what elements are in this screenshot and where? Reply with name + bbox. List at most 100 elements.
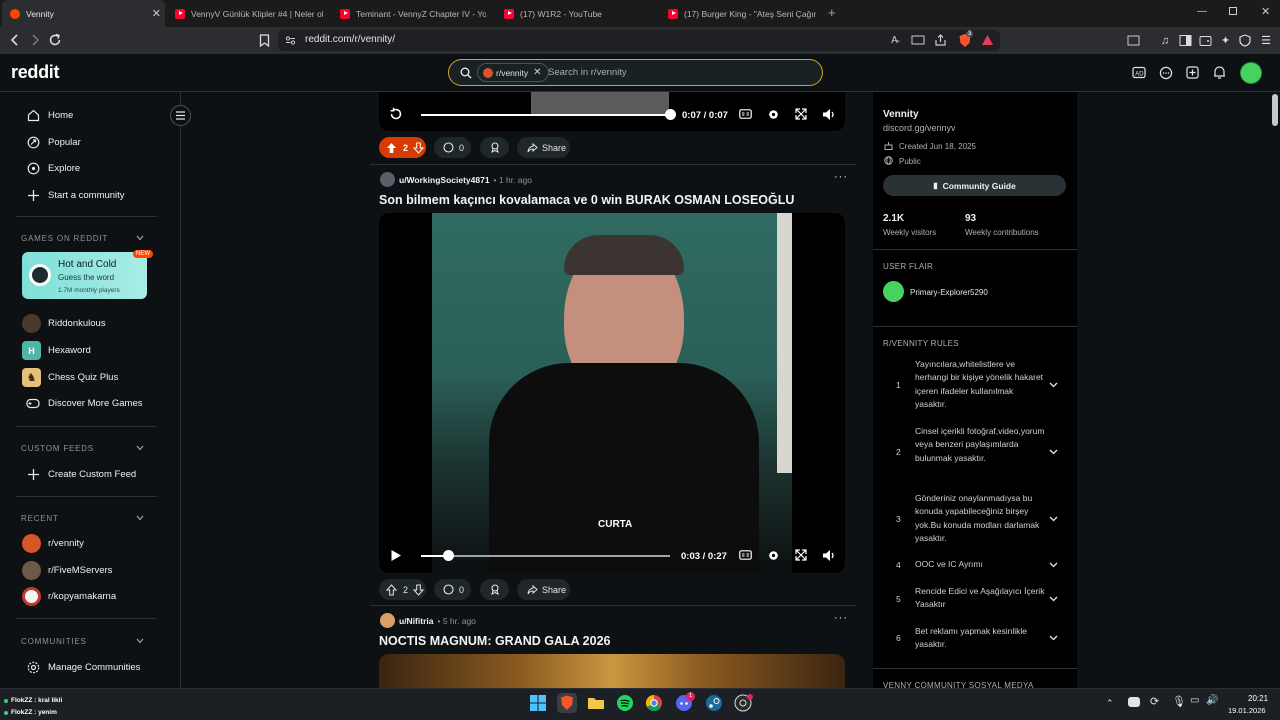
- notifications-icon[interactable]: [1213, 65, 1226, 80]
- tray-overflow-icon[interactable]: ⌃: [1106, 698, 1114, 709]
- discover-more-games[interactable]: Discover More Games: [26, 396, 143, 410]
- more-options-icon[interactable]: ···: [834, 612, 848, 624]
- fullscreen-icon[interactable]: [795, 108, 807, 120]
- create-post-icon[interactable]: [1186, 66, 1199, 79]
- scrollbar-thumb[interactable]: [1272, 94, 1278, 126]
- leo-ai-icon[interactable]: ✦: [1219, 33, 1232, 47]
- media-icon[interactable]: ♫: [1159, 34, 1171, 47]
- cast-icon[interactable]: [911, 35, 925, 46]
- browser-tab-youtube-1[interactable]: VennyV Günlük Klipler #4 | Neler ola: [173, 0, 323, 27]
- recent-item-vennity[interactable]: r/vennity: [22, 534, 84, 553]
- game-riddonkulous[interactable]: Riddonkulous: [22, 314, 106, 333]
- chevron-down-icon[interactable]: [1049, 560, 1058, 569]
- page-scrollbar[interactable]: [1270, 92, 1280, 688]
- reddit-logo[interactable]: reddit: [11, 62, 60, 83]
- chevron-down-icon[interactable]: [1049, 594, 1058, 603]
- tab-close-icon[interactable]: ✕: [152, 7, 161, 20]
- tray-sync-icon[interactable]: ⟳: [1150, 695, 1159, 708]
- flair-username[interactable]: Primary-Explorer5290: [910, 288, 988, 297]
- settings-gear-icon[interactable]: [767, 108, 780, 121]
- recent-item-fivemservers[interactable]: r/FiveMServers: [22, 561, 112, 580]
- recent-item-kopyamakarna[interactable]: r/kopyamakarna: [22, 587, 116, 606]
- browser-tab-vennity[interactable]: Vennity ✕: [2, 0, 165, 27]
- chevron-down-icon[interactable]: [136, 514, 144, 522]
- community-link[interactable]: discord.gg/vennyv: [883, 123, 956, 133]
- screenshot-icon[interactable]: [1127, 34, 1140, 47]
- brave-rewards-icon[interactable]: [981, 34, 994, 46]
- comments-button[interactable]: 0: [434, 579, 471, 600]
- downvote-icon[interactable]: [412, 142, 424, 154]
- sidebar-toggle-icon[interactable]: [1179, 34, 1192, 47]
- steam-icon[interactable]: [704, 693, 724, 713]
- comments-button[interactable]: 0: [434, 137, 471, 158]
- nav-start-community[interactable]: Start a community: [26, 188, 125, 202]
- post-title[interactable]: Son bilmem kaçıncı kovalamaca ve 0 win B…: [379, 193, 794, 207]
- tray-discord-icon[interactable]: [1128, 697, 1140, 707]
- award-button[interactable]: [480, 579, 509, 600]
- post-video-seek-knob[interactable]: [442, 550, 454, 561]
- spotify-icon[interactable]: [615, 693, 635, 713]
- chevron-down-icon[interactable]: [136, 444, 144, 452]
- chat-icon[interactable]: [1159, 66, 1173, 80]
- settings-gear-icon[interactable]: [767, 549, 780, 562]
- post-image[interactable]: [379, 654, 845, 688]
- site-info-icon[interactable]: [285, 35, 296, 46]
- forward-icon[interactable]: [29, 34, 41, 46]
- game-chess-quiz-plus[interactable]: ♞ Chess Quiz Plus: [22, 368, 118, 387]
- create-custom-feed[interactable]: Create Custom Feed: [26, 467, 136, 481]
- manage-communities[interactable]: Manage Communities: [26, 660, 140, 674]
- translate-icon[interactable]: A̴: [888, 34, 901, 47]
- browser-tab-youtube-2[interactable]: Teminant - VennyZ Chapter IV - YouT: [338, 0, 486, 27]
- award-button[interactable]: [480, 137, 509, 158]
- vpn-shield-icon[interactable]: [1239, 34, 1251, 47]
- upvote-icon[interactable]: [384, 142, 398, 154]
- volume-tray-icon[interactable]: 🔊: [1206, 695, 1218, 706]
- collapse-sidebar-button[interactable]: [170, 105, 191, 126]
- play-icon[interactable]: [390, 549, 402, 562]
- advertise-icon[interactable]: AD: [1132, 66, 1146, 79]
- chevron-down-icon[interactable]: [136, 234, 144, 242]
- browser-menu-icon[interactable]: ☰: [1261, 34, 1271, 47]
- captions-icon[interactable]: [739, 109, 752, 119]
- fullscreen-icon[interactable]: [795, 549, 807, 561]
- wallet-icon[interactable]: [1199, 34, 1212, 47]
- post-author[interactable]: u/Nifitria: [399, 616, 433, 626]
- search-scope-chip[interactable]: r/vennity ✕: [477, 63, 549, 82]
- browser-tab-youtube-3[interactable]: (17) W1R2 - YouTube: [502, 0, 650, 27]
- chevron-down-icon[interactable]: [1049, 514, 1058, 523]
- chevron-down-icon[interactable]: [1049, 447, 1058, 456]
- start-menu-icon[interactable]: [528, 693, 548, 713]
- chevron-down-icon[interactable]: [1049, 380, 1058, 389]
- downvote-icon[interactable]: [412, 584, 424, 596]
- user-avatar[interactable]: [1240, 62, 1262, 84]
- community-guide-button[interactable]: ▮ Community Guide: [883, 175, 1066, 196]
- chrome-icon[interactable]: [644, 693, 664, 713]
- more-options-icon[interactable]: ···: [834, 171, 848, 183]
- reload-icon[interactable]: [48, 33, 62, 47]
- system-clock[interactable]: 20:21: [1248, 694, 1268, 703]
- chevron-down-icon[interactable]: [1049, 633, 1058, 642]
- post-title[interactable]: NOCTIS MAGNUM: GRAND GALA 2026: [379, 634, 611, 648]
- share-page-icon[interactable]: [934, 34, 947, 47]
- nav-home[interactable]: Home: [26, 108, 73, 122]
- url-text[interactable]: reddit.com/r/vennity/: [305, 34, 395, 45]
- nav-popular[interactable]: Popular: [26, 135, 81, 149]
- browser-tab-youtube-4[interactable]: (17) Burger King - "Ateş Seni Çağırıy: [666, 0, 816, 27]
- microphone-icon[interactable]: 🎙: [1172, 695, 1186, 708]
- back-icon[interactable]: [9, 34, 21, 46]
- file-explorer-icon[interactable]: [586, 693, 606, 713]
- game-hexaword[interactable]: H Hexaword: [22, 341, 91, 360]
- replay-icon[interactable]: [389, 107, 403, 121]
- minimize-window-button[interactable]: —: [1197, 6, 1207, 17]
- close-window-button[interactable]: ✕: [1261, 5, 1270, 18]
- system-date[interactable]: 19.01.2026: [1228, 706, 1266, 715]
- post-video-seek-bar[interactable]: [421, 555, 670, 557]
- top-video-seek-knob[interactable]: [664, 109, 676, 120]
- brave-taskbar-icon[interactable]: [557, 693, 577, 713]
- volume-icon[interactable]: [822, 549, 836, 562]
- share-button[interactable]: Share: [517, 137, 570, 158]
- share-button[interactable]: Share: [517, 579, 570, 600]
- upvote-icon[interactable]: [384, 583, 398, 596]
- post-author[interactable]: u/WorkingSociety4871: [399, 175, 490, 185]
- new-tab-button[interactable]: +: [828, 5, 836, 20]
